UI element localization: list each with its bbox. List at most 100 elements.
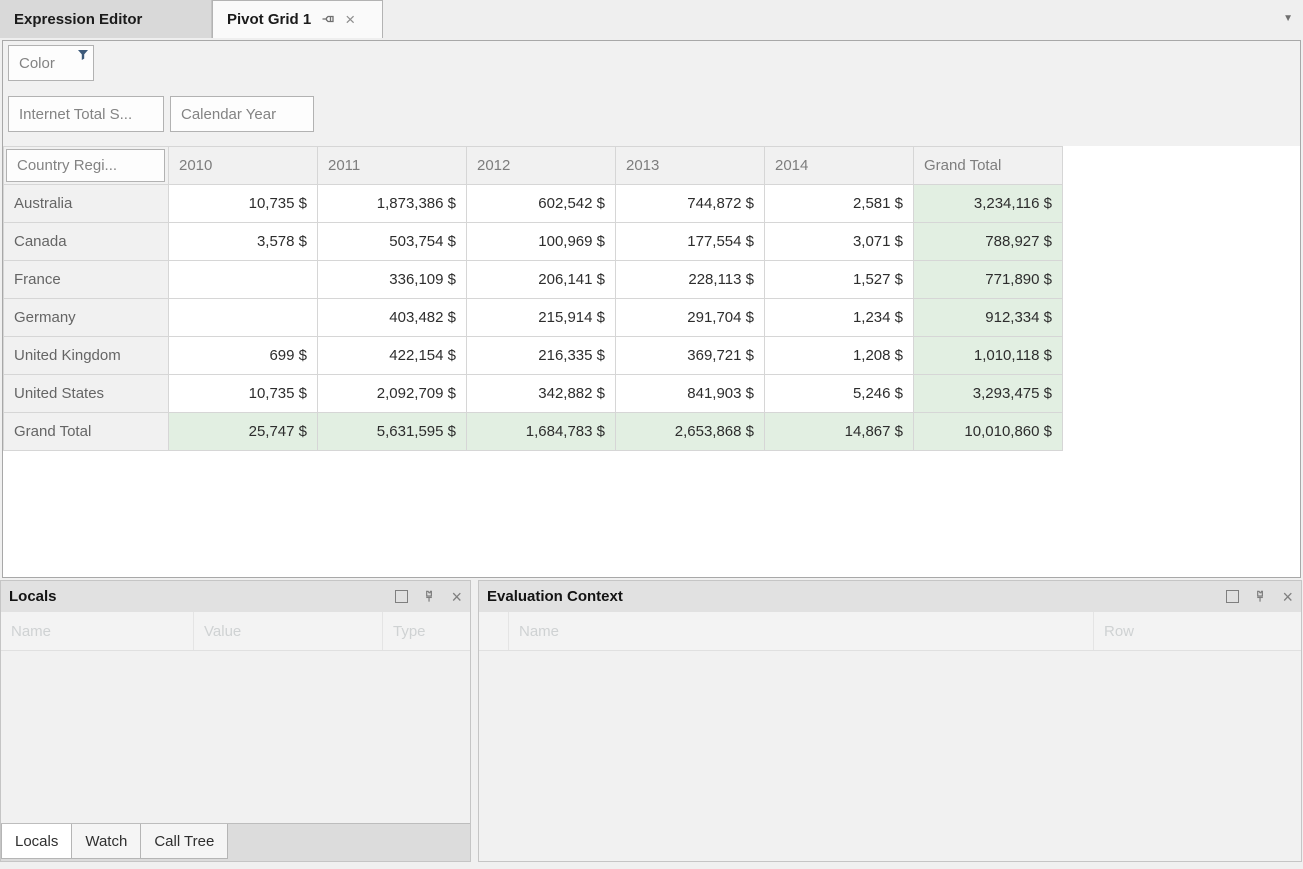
pivot-cell-grand-total: 5,631,595 $ <box>318 413 467 451</box>
pivot-cell: 177,554 $ <box>616 223 765 261</box>
locals-panel-title: Locals <box>9 588 395 605</box>
filter-field-color-label: Color <box>19 55 55 72</box>
pivot-cell: 3,578 $ <box>169 223 318 261</box>
pivot-cell: 2,581 $ <box>765 185 914 223</box>
data-field-internet-total-sales[interactable]: Internet Total S... <box>8 96 164 132</box>
pivot-table: Country Regi... 2010 2011 2012 2013 2014… <box>3 146 1063 451</box>
maximize-icon[interactable] <box>1226 590 1239 603</box>
pivot-cell-grand-total: 2,653,868 $ <box>616 413 765 451</box>
pivot-cell-grand-total: 912,334 $ <box>914 299 1063 337</box>
locals-body <box>1 651 470 785</box>
column-header-2012: 2012 <box>467 147 616 185</box>
grand-total-row: Grand Total 25,747 $ 5,631,595 $ 1,684,7… <box>4 413 1063 451</box>
pivot-cell: 1,234 $ <box>765 299 914 337</box>
row-header: Germany <box>4 299 169 337</box>
row-field-label: Country Regi... <box>17 157 117 174</box>
row-header: United States <box>4 375 169 413</box>
pin-icon[interactable] <box>1253 589 1268 604</box>
row-header-grand-total: Grand Total <box>4 413 169 451</box>
pivot-grid-panel: Color Internet Total S... Calendar Year <box>2 40 1301 578</box>
pivot-column-header-row: Country Regi... 2010 2011 2012 2013 2014… <box>4 147 1063 185</box>
tab-watch[interactable]: Watch <box>71 824 141 859</box>
table-row: United States 10,735 $ 2,092,709 $ 342,8… <box>4 375 1063 413</box>
pivot-cell-grand-total: 3,293,475 $ <box>914 375 1063 413</box>
pivot-cell: 1,873,386 $ <box>318 185 467 223</box>
pivot-cell: 342,882 $ <box>467 375 616 413</box>
row-header: United Kingdom <box>4 337 169 375</box>
evaluation-column-row: Row <box>1094 612 1301 650</box>
column-header-2014: 2014 <box>765 147 914 185</box>
evaluation-context-panel: Evaluation Context × Name Row <box>478 580 1302 862</box>
pivot-cell: 744,872 $ <box>616 185 765 223</box>
evaluation-column-name: Name <box>509 612 1094 650</box>
pin-icon[interactable] <box>422 589 437 604</box>
pivot-cell-grand-total: 3,234,116 $ <box>914 185 1063 223</box>
locals-column-name: Name <box>1 612 194 650</box>
pivot-cell-grand-total: 10,010,860 $ <box>914 413 1063 451</box>
app-window: Expression Editor Pivot Grid 1 × ▼ Color… <box>0 0 1303 869</box>
tab-call-tree[interactable]: Call Tree <box>140 824 228 859</box>
row-header: Australia <box>4 185 169 223</box>
pivot-cell: 216,335 $ <box>467 337 616 375</box>
table-row: Canada 3,578 $ 503,754 $ 100,969 $ 177,5… <box>4 223 1063 261</box>
locals-column-headers: Name Value Type <box>1 612 470 651</box>
close-icon[interactable]: × <box>345 11 355 28</box>
pivot-cell: 228,113 $ <box>616 261 765 299</box>
pivot-cell: 2,092,709 $ <box>318 375 467 413</box>
close-icon[interactable]: × <box>451 588 462 606</box>
table-row: United Kingdom 699 $ 422,154 $ 216,335 $… <box>4 337 1063 375</box>
column-header-2010: 2010 <box>169 147 318 185</box>
maximize-icon[interactable] <box>395 590 408 603</box>
row-field-country-region[interactable]: Country Regi... <box>6 149 165 182</box>
filter-funnel-icon[interactable] <box>77 48 89 65</box>
column-header-grand-total: Grand Total <box>914 147 1063 185</box>
pivot-cell: 369,721 $ <box>616 337 765 375</box>
pivot-cell: 503,754 $ <box>318 223 467 261</box>
pivot-cell <box>169 261 318 299</box>
pivot-cell: 841,903 $ <box>616 375 765 413</box>
pivot-cell: 1,527 $ <box>765 261 914 299</box>
pivot-cell: 3,071 $ <box>765 223 914 261</box>
tab-locals[interactable]: Locals <box>1 824 72 859</box>
pin-icon[interactable] <box>321 12 337 28</box>
filter-field-color[interactable]: Color <box>8 45 94 81</box>
pivot-cell: 100,969 $ <box>467 223 616 261</box>
pivot-cell: 206,141 $ <box>467 261 616 299</box>
pivot-corner-cell: Country Regi... <box>4 147 169 185</box>
data-field-label: Internet Total S... <box>19 106 132 123</box>
close-icon[interactable]: × <box>1282 588 1293 606</box>
tab-pivot-grid[interactable]: Pivot Grid 1 × <box>212 0 383 38</box>
locals-panel: Locals × Name Value Type Locals Watch Ca… <box>0 580 471 862</box>
column-field-label: Calendar Year <box>181 106 276 123</box>
column-header-2013: 2013 <box>616 147 765 185</box>
tab-expression-editor[interactable]: Expression Editor <box>0 0 212 38</box>
pivot-cell: 291,704 $ <box>616 299 765 337</box>
column-field-calendar-year[interactable]: Calendar Year <box>170 96 314 132</box>
evaluation-context-title: Evaluation Context <box>487 588 1226 605</box>
pivot-cell-grand-total: 788,927 $ <box>914 223 1063 261</box>
chevron-down-icon[interactable]: ▼ <box>1283 13 1293 24</box>
pivot-cell: 5,246 $ <box>765 375 914 413</box>
locals-column-type: Type <box>383 612 470 650</box>
locals-column-value: Value <box>194 612 383 650</box>
pivot-cell: 602,542 $ <box>467 185 616 223</box>
evaluation-context-body <box>479 651 1301 861</box>
pivot-cell: 699 $ <box>169 337 318 375</box>
pivot-cell <box>169 299 318 337</box>
row-header: Canada <box>4 223 169 261</box>
evaluation-context-column-headers: Name Row <box>479 612 1301 651</box>
pivot-header-area: Color Internet Total S... Calendar Year <box>3 41 1300 146</box>
evaluation-context-titlebar: Evaluation Context × <box>479 581 1301 612</box>
pivot-cell: 336,109 $ <box>318 261 467 299</box>
table-row: Germany 403,482 $ 215,914 $ 291,704 $ 1,… <box>4 299 1063 337</box>
evaluation-indicator-column <box>479 612 509 650</box>
table-row: Australia 10,735 $ 1,873,386 $ 602,542 $… <box>4 185 1063 223</box>
pivot-cell: 215,914 $ <box>467 299 616 337</box>
tab-expression-editor-label: Expression Editor <box>14 11 142 28</box>
pivot-cell-grand-total: 1,010,118 $ <box>914 337 1063 375</box>
pivot-cell: 422,154 $ <box>318 337 467 375</box>
pivot-cell: 10,735 $ <box>169 375 318 413</box>
pivot-cell-grand-total: 1,684,783 $ <box>467 413 616 451</box>
pivot-cell: 403,482 $ <box>318 299 467 337</box>
tab-pivot-grid-label: Pivot Grid 1 <box>227 11 311 28</box>
